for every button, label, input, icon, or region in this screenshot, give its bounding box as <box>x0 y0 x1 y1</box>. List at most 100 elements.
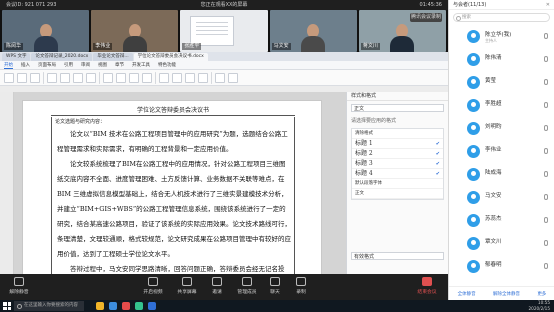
find-replace-icon[interactable] <box>215 72 225 83</box>
microphone-icon[interactable] <box>544 263 548 269</box>
wechat-icon[interactable] <box>135 302 143 310</box>
manage-members-button[interactable]: 管理成员 <box>234 277 260 295</box>
microphone-icon[interactable] <box>544 240 548 246</box>
align-center-icon[interactable] <box>116 72 126 83</box>
end-meeting-button[interactable]: 结束会议 <box>414 277 440 295</box>
member-row[interactable]: 陆成海 <box>449 163 554 186</box>
style-item-default-font[interactable]: 默认段落字体 <box>352 179 443 189</box>
align-right-icon[interactable] <box>129 72 139 83</box>
microphone-icon[interactable] <box>544 171 548 177</box>
document-page[interactable]: 学位论文答辩委员会决议书 论文选题与研究内容： 论文以“BIM 技术在公路工程项… <box>22 100 322 274</box>
microphone-icon[interactable] <box>544 56 548 62</box>
document-body[interactable]: 论文以“BIM 技术在公路工程项目管理中的应用研究”为题，选题结合公路工程管理需… <box>57 127 291 274</box>
document-canvas[interactable]: 学位论文答辩委员会决议书 论文选题与研究内容： 论文以“BIM 技术在公路工程项… <box>0 92 346 274</box>
member-row[interactable]: 覃文川 <box>449 232 554 255</box>
menu-developer[interactable]: 开发工具 <box>132 61 150 69</box>
paragraph[interactable]: 答辩过程中，马文安同学思路清晰，回答问题正确，答辩委员会经无记名投 <box>57 262 291 274</box>
menu-references[interactable]: 引用 <box>64 61 73 69</box>
styles-show-select[interactable]: 有效格式 <box>351 252 444 260</box>
member-search-input[interactable]: 搜索 <box>453 13 550 22</box>
video-tile-screen[interactable]: 张胜平 <box>180 10 268 52</box>
menu-insert[interactable]: 插入 <box>21 61 30 69</box>
wps-icon[interactable] <box>122 302 130 310</box>
microphone-icon[interactable] <box>544 194 548 200</box>
record-button[interactable]: 录制 <box>288 277 314 295</box>
line-spacing-icon[interactable] <box>142 72 152 83</box>
toolbar-divider <box>155 71 156 84</box>
meeting-app-icon[interactable] <box>148 302 156 310</box>
current-style-field[interactable]: 正文 <box>351 104 444 112</box>
menu-review[interactable]: 审阅 <box>81 61 90 69</box>
video-tile[interactable]: 马文安 <box>269 10 357 52</box>
bold-icon[interactable] <box>47 72 57 83</box>
member-row[interactable]: 陈伟清 <box>449 48 554 71</box>
video-name: 马文安 <box>271 43 291 50</box>
cut-icon[interactable] <box>17 72 27 83</box>
video-tile[interactable]: 蒋文川 腾讯会议录制 <box>358 10 447 52</box>
system-clock[interactable]: 10:55 2020/2/15 <box>529 300 550 312</box>
align-left-icon[interactable] <box>103 72 113 83</box>
start-video-button[interactable]: 开启视频 <box>140 277 166 295</box>
style-item-heading-4[interactable]: 标题 4 ✔ <box>352 169 443 179</box>
menu-section[interactable]: 章节 <box>115 61 124 69</box>
chat-button[interactable]: 聊天 <box>262 277 288 295</box>
more-button[interactable]: 更多 <box>537 291 546 297</box>
microphone-icon[interactable] <box>544 148 548 154</box>
panel-header: 与会者(11/13) ✕ <box>449 0 554 10</box>
style-item-heading-3[interactable]: 标题 3 ✔ <box>352 159 443 169</box>
style-item-clear[interactable]: 清除格式 <box>352 129 443 139</box>
style-preset-icon[interactable] <box>159 72 169 83</box>
paste-icon[interactable] <box>4 72 14 83</box>
left-gutter <box>0 92 14 274</box>
tab-doc-2[interactable]: 毕业论文答辩... <box>93 53 133 61</box>
taskbar-search[interactable]: 在这里输入你要搜索的内容 <box>14 301 84 311</box>
member-row[interactable]: 刘明昀 <box>449 117 554 140</box>
mute-all-button[interactable]: 全体静音 <box>458 291 476 297</box>
member-row[interactable]: 黄莹 <box>449 71 554 94</box>
windows-start-icon[interactable] <box>3 302 11 310</box>
member-row[interactable]: 陈立华(我) 主持人 <box>449 25 554 48</box>
member-row[interactable]: 马文安 <box>449 186 554 209</box>
tab-doc-1[interactable]: 论文答辩记录_2020.docx <box>31 53 93 61</box>
video-tile[interactable]: 李伟业 <box>91 10 179 52</box>
style-item-body[interactable]: 正文 <box>352 189 443 199</box>
video-name: 陈阅华 <box>4 43 24 50</box>
font-color-icon[interactable] <box>86 72 96 83</box>
folder-icon[interactable] <box>96 302 104 310</box>
microphone-icon[interactable] <box>544 79 548 85</box>
select-icon[interactable] <box>228 72 238 83</box>
browser-icon[interactable] <box>109 302 117 310</box>
style-preset-icon[interactable] <box>198 72 208 83</box>
tab-wps[interactable]: WPS 文字 <box>2 53 31 61</box>
member-row[interactable]: 李伟业 <box>449 140 554 163</box>
italic-icon[interactable] <box>60 72 70 83</box>
tab-doc-active[interactable]: 学位论文答辩委员会决议书.docx <box>133 53 208 61</box>
invite-button[interactable]: 邀请 <box>204 277 230 295</box>
microphone-icon[interactable] <box>544 217 548 223</box>
unmute-all-button[interactable]: 解除全体静音 <box>493 291 520 297</box>
style-item-heading-2[interactable]: 标题 2 ✔ <box>352 149 443 159</box>
menu-home[interactable]: 开始 <box>4 61 13 69</box>
member-row[interactable]: 李胜超 <box>449 94 554 117</box>
close-icon[interactable]: ✕ <box>546 0 550 10</box>
microphone-icon[interactable] <box>544 125 548 131</box>
style-item-heading-1[interactable]: 标题 1 ✔ <box>352 139 443 149</box>
avatar <box>467 53 480 66</box>
paragraph[interactable]: 论文以“BIM 技术在公路工程项目管理中的应用研究”为题，选题结合公路工程管理需… <box>57 127 291 157</box>
copy-icon[interactable] <box>30 72 40 83</box>
share-screen-button[interactable]: 共享屏幕 <box>174 277 200 295</box>
menu-view[interactable]: 视图 <box>98 61 107 69</box>
unmute-button[interactable]: 解除静音 <box>6 277 32 295</box>
microphone-icon[interactable] <box>544 33 548 39</box>
member-row[interactable]: 郁春明 <box>449 255 554 278</box>
ribbon-menu: 开始 插入 页面布局 引用 审阅 视图 章节 开发工具 特色功能 <box>0 61 448 70</box>
underline-icon[interactable] <box>73 72 83 83</box>
style-preset-icon[interactable] <box>185 72 195 83</box>
menu-layout[interactable]: 页面布局 <box>38 61 56 69</box>
microphone-icon[interactable] <box>544 102 548 108</box>
member-row[interactable]: 苏蕊杰 <box>449 209 554 232</box>
style-preset-icon[interactable] <box>172 72 182 83</box>
video-tile[interactable]: 陈阅华 <box>2 10 90 52</box>
menu-features[interactable]: 特色功能 <box>158 61 176 69</box>
paragraph[interactable]: 论文较系统梳理了BIM在公路工程中的应用情况，针对公路工程项目三维图纸交底内容不… <box>57 157 291 262</box>
